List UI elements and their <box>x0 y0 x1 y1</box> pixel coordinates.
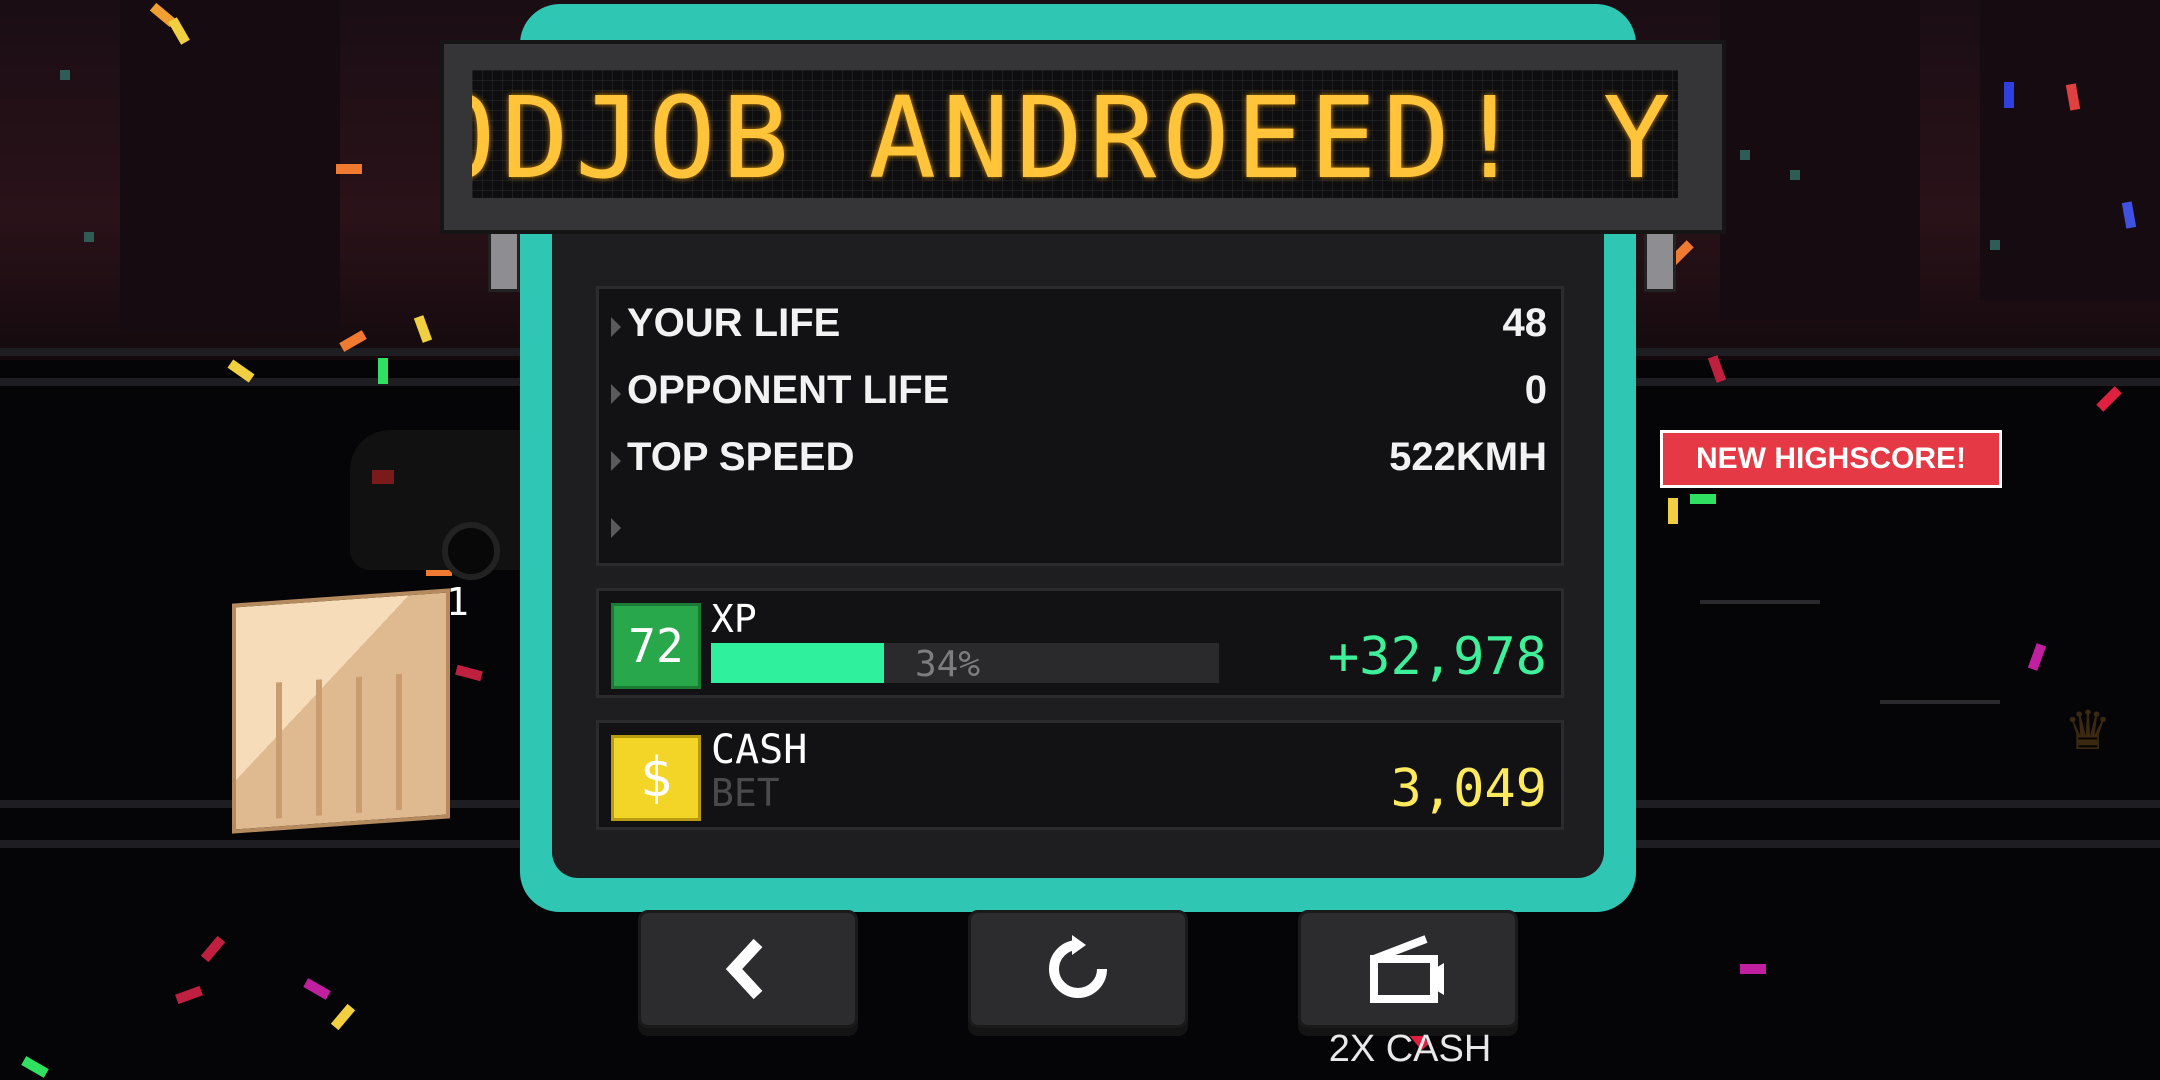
car-taillight <box>372 470 394 484</box>
double-cash-label: 2X CASH <box>1328 1028 1492 1070</box>
confetti <box>330 1003 356 1031</box>
confetti <box>378 358 388 384</box>
window-light <box>1990 240 2000 250</box>
crate-slat <box>276 682 282 819</box>
lane-marking <box>1700 600 1820 604</box>
confetti <box>455 664 483 682</box>
opponent-car <box>350 430 520 580</box>
window-light <box>84 232 94 242</box>
stat-label: TOP SPEED <box>627 435 855 479</box>
stat-row <box>611 502 1547 562</box>
crate-slat <box>396 673 402 811</box>
confetti <box>175 985 203 1005</box>
xp-gained: +32,978 <box>1327 627 1547 687</box>
confetti <box>2096 386 2122 412</box>
back-button[interactable] <box>638 910 858 1028</box>
arrow-right-icon <box>611 518 621 538</box>
cash-amount: 3,049 <box>1390 759 1547 819</box>
stat-row: OPPONENT LIFE 0 <box>611 368 1547 428</box>
sign-post <box>488 226 520 292</box>
crate-count: 1 <box>446 580 469 624</box>
sign-post <box>1644 226 1676 292</box>
window-light <box>60 70 70 80</box>
xp-progress-bar: 34% <box>711 643 1219 685</box>
lane-marking <box>1880 700 2000 704</box>
crown-icon: ♛ <box>2068 688 2108 765</box>
arrow-right-icon <box>611 384 621 404</box>
confetti <box>1740 964 1766 974</box>
chevron-left-icon <box>641 933 855 1022</box>
confetti <box>21 1056 49 1078</box>
cash-section: $ CASH BET 3,049 <box>596 720 1564 830</box>
xp-progress-text: 34% <box>915 644 981 685</box>
xp-section: 72 XP 34% +32,978 <box>596 588 1564 698</box>
confetti <box>303 978 331 1000</box>
car-wheel <box>442 522 500 580</box>
stat-value: 0 <box>1524 368 1547 412</box>
arrow-right-icon <box>611 451 621 471</box>
stat-row: YOUR LIFE 48 <box>611 301 1547 361</box>
stat-value: 522KMH <box>1389 435 1547 479</box>
stat-label: OPPONENT LIFE <box>627 368 950 412</box>
confetti <box>200 935 226 963</box>
ticker-text: ODJOB ANDROEED! YC <box>472 74 1678 198</box>
confetti <box>336 164 362 174</box>
dollar-coin-icon: $ <box>611 735 701 821</box>
double-cash-button[interactable] <box>1298 910 1518 1028</box>
retry-button[interactable] <box>968 910 1188 1028</box>
cash-label: CASH <box>711 727 808 773</box>
stat-value: 48 <box>1502 301 1548 345</box>
bet-label: BET <box>711 771 780 815</box>
led-ticker: ODJOB ANDROEED! YC <box>472 70 1678 198</box>
new-highscore-badge: NEW HIGHSCORE! <box>1660 430 2002 488</box>
window-light <box>1790 170 1800 180</box>
window-light <box>1740 150 1750 160</box>
level-badge: 72 <box>611 603 701 689</box>
building <box>120 0 340 330</box>
stat-label: YOUR LIFE <box>627 301 841 345</box>
xp-label: XP <box>711 597 757 641</box>
crate-slat <box>356 676 362 813</box>
retry-icon <box>971 933 1185 1022</box>
video-ad-icon <box>1301 933 1515 1022</box>
crate <box>232 588 450 834</box>
race-stats: YOUR LIFE 48 OPPONENT LIFE 0 TOP SPEED 5… <box>596 286 1564 566</box>
confetti <box>1668 498 1678 524</box>
building <box>1980 0 2160 300</box>
confetti <box>2004 82 2014 108</box>
confetti <box>1690 494 1716 504</box>
xp-progress-fill <box>711 643 884 683</box>
arrow-right-icon <box>611 317 621 337</box>
building <box>1720 0 1920 320</box>
confetti <box>2027 643 2047 671</box>
crate-slat <box>316 679 322 816</box>
stat-row: TOP SPEED 522KMH <box>611 435 1547 495</box>
